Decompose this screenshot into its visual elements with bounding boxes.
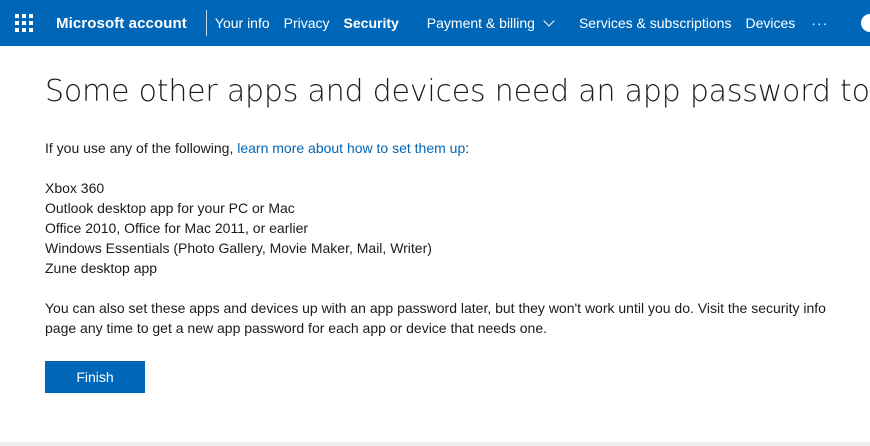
intro-text: If you use any of the following, learn m… [45,138,865,158]
top-nav-bar: Microsoft account Your info Privacy Secu… [0,0,870,46]
list-item: Windows Essentials (Photo Gallery, Movie… [45,240,432,256]
nav-divider [205,10,207,36]
finish-button[interactable]: Finish [45,361,145,393]
horizontal-scrollbar[interactable] [0,442,870,446]
learn-more-link[interactable]: learn more about how to set them up [237,140,465,156]
nav-payment-billing-label: Payment & billing [426,15,535,31]
intro-suffix: : [465,140,470,156]
nav-devices[interactable]: Devices [745,15,795,31]
list-item: Xbox 360 [45,180,105,196]
list-item: Outlook desktop app for your PC or Mac [45,200,295,216]
nav-privacy[interactable]: Privacy [284,15,330,31]
avatar[interactable] [861,14,870,32]
main-content: Some other apps and devices need an app … [45,46,870,393]
info-note: You can also set these apps and devices … [45,300,826,336]
app-list: Xbox 360 Outlook desktop app for your PC… [45,178,865,278]
list-item: Zune desktop app [45,260,158,276]
intro-prefix: If you use any of the following, [45,140,238,156]
nav-security[interactable]: Security [344,15,399,31]
page-title: Some other apps and devices need an app … [45,74,870,109]
chevron-down-icon [543,14,555,27]
more-icon[interactable]: ··· [811,15,828,31]
list-item: Office 2010, Office for Mac 2011, or ear… [45,220,309,236]
nav-payment-billing[interactable]: Payment & billing [426,14,555,31]
nav-your-info[interactable]: Your info [215,15,270,31]
app-launcher-icon[interactable] [15,14,33,32]
brand-link[interactable]: Microsoft account [56,15,187,32]
nav-services-subscriptions[interactable]: Services & subscriptions [579,15,732,31]
